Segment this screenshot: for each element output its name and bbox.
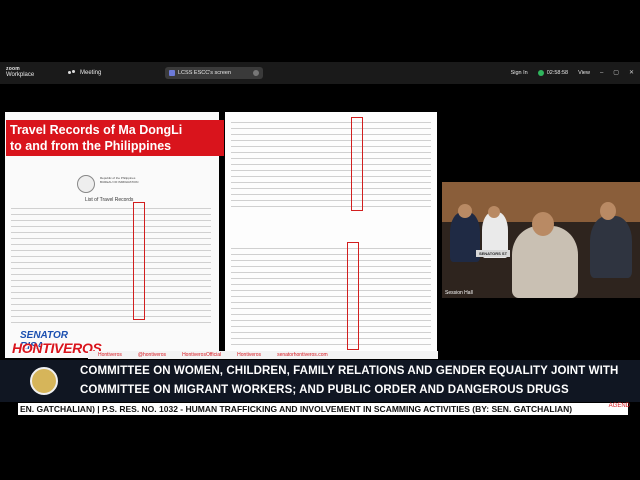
highlight-box xyxy=(133,202,145,320)
committee-title-line2: COMMITTEE ON MIGRANT WORKERS; AND PUBLIC… xyxy=(80,384,569,396)
maximize-icon[interactable]: ▢ xyxy=(613,69,619,76)
highlight-box xyxy=(347,242,359,350)
social-facebook: Hontiveros xyxy=(98,352,122,358)
sign-in-button[interactable]: Sign In xyxy=(511,70,528,76)
view-button[interactable]: View xyxy=(578,70,590,76)
attendee-head xyxy=(600,202,616,220)
ticker-agenda-label: AGEND xyxy=(608,403,630,409)
session-hall-label: Session Hall xyxy=(445,290,473,296)
record-table-right-top xyxy=(231,122,431,212)
meeting-menu-button[interactable]: Meeting xyxy=(68,70,101,76)
meeting-timer: 02:58:58 xyxy=(537,69,569,76)
screen-share-label: LCSS ESCC's screen xyxy=(178,70,232,76)
session-video-feed[interactable]: SENATORS ST Session Hall xyxy=(442,182,640,298)
senators-nameplate: SENATORS ST xyxy=(476,250,510,257)
committee-title-line1: COMMITTEE ON WOMEN, CHILDREN, FAMILY REL… xyxy=(80,365,619,377)
zoom-toolbar: zoom Workplace Meeting LCSS ESCC's scree… xyxy=(0,62,640,84)
agency-line2: BUREAU OF IMMIGRATION xyxy=(100,180,139,184)
agency-seal-icon xyxy=(77,175,95,193)
share-options-icon[interactable] xyxy=(253,70,259,76)
headline-line1: Travel Records of Ma DongLi xyxy=(10,123,183,137)
headline-banner: Travel Records of Ma DongLi to and from … xyxy=(6,120,224,156)
lower-third: COMMITTEE ON WOMEN, CHILDREN, FAMILY REL… xyxy=(0,360,640,402)
social-handles-strip: Hontiveros @hontiveros HontiverosOfficia… xyxy=(88,351,438,359)
senate-seal-icon xyxy=(30,367,58,395)
highlight-box xyxy=(351,117,363,211)
senator-logo: SENATOR RISA HONTIVEROS xyxy=(6,330,102,360)
security-shield-icon[interactable] xyxy=(537,69,544,76)
travel-records-page-right xyxy=(225,112,437,354)
screen-share-indicator[interactable]: LCSS ESCC's screen xyxy=(165,67,263,79)
right-controls: Sign In 02:58:58 View – ▢ ✕ xyxy=(511,69,634,76)
attendee xyxy=(590,216,632,278)
agency-header: Republic of the Philippines BUREAU OF IM… xyxy=(100,176,138,184)
screen-root: zoom Workplace Meeting LCSS ESCC's scree… xyxy=(0,0,640,480)
zoom-logo: zoom Workplace xyxy=(6,66,34,78)
social-youtube: Hontiveros xyxy=(237,352,262,358)
minimize-icon[interactable]: – xyxy=(600,70,603,76)
social-instagram: HontiverosOfficial xyxy=(182,352,222,358)
participants-icon xyxy=(68,70,76,76)
headline-line2: to and from the Philippines xyxy=(10,139,172,153)
senator-head xyxy=(532,212,554,236)
social-website: senatorhontiveros.com xyxy=(277,352,328,358)
record-table-left xyxy=(11,208,211,328)
news-ticker: EN. GATCHALIAN) | P.S. RES. NO. 1032 - H… xyxy=(18,403,628,415)
meeting-label: Meeting xyxy=(80,70,102,76)
committee-title: COMMITTEE ON WOMEN, CHILDREN, FAMILY REL… xyxy=(80,362,630,400)
document-title: List of Travel Records xyxy=(85,197,134,203)
screen-share-icon xyxy=(169,70,175,76)
attendee-head xyxy=(458,204,472,218)
senator-speaking xyxy=(512,226,578,298)
close-icon[interactable]: ✕ xyxy=(629,69,634,76)
attendee-head xyxy=(488,206,500,218)
record-table-right-bottom xyxy=(231,248,431,350)
timer-value: 02:58:58 xyxy=(546,69,569,76)
zoom-logo-line2: Workplace xyxy=(6,72,35,78)
social-twitter: @hontiveros xyxy=(137,352,167,358)
